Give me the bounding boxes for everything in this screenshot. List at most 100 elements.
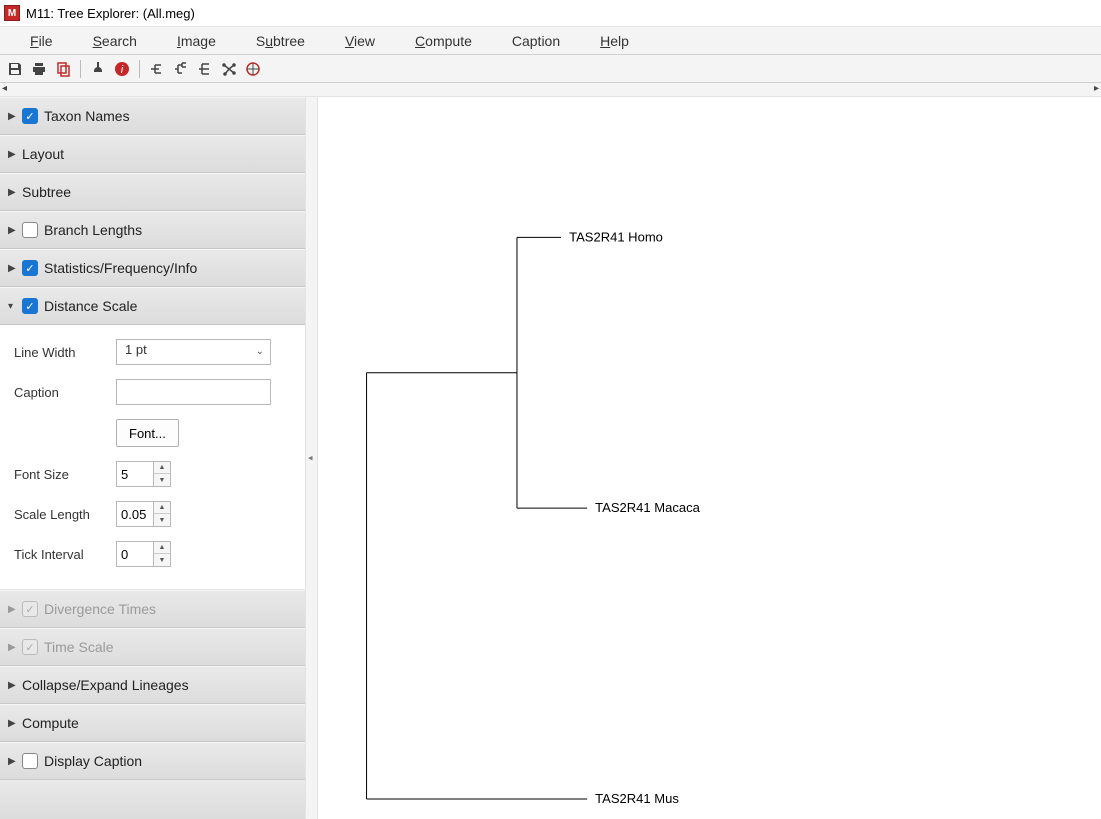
main-area: ▶ Taxon Names ▶ Layout ▶ Subtree ▶ Branc… [0, 97, 1101, 819]
panel-time-scale: ▶ Time Scale [0, 628, 305, 666]
panel-label: Taxon Names [44, 108, 130, 124]
spin-down-icon[interactable]: ▼ [154, 554, 170, 566]
panel-label: Statistics/Frequency/Info [44, 260, 197, 276]
horizontal-scroll-strip[interactable]: ◂ ▸ [0, 83, 1101, 97]
tree-style3-icon[interactable] [196, 60, 214, 78]
menu-subtree[interactable]: Subtree [236, 29, 325, 53]
tree-canvas[interactable]: TAS2R41 Homo TAS2R41 Macaca TAS2R41 Mus [318, 97, 1101, 819]
phylogenetic-tree: TAS2R41 Homo TAS2R41 Macaca TAS2R41 Mus [318, 97, 1101, 819]
spin-up-icon[interactable]: ▲ [154, 502, 170, 514]
panel-label: Compute [22, 715, 79, 731]
save-icon[interactable] [6, 60, 24, 78]
tree-circular-icon[interactable] [244, 60, 262, 78]
chevron-down-icon: ⌄ [256, 346, 264, 357]
scroll-left-arrow[interactable]: ◂ [2, 83, 7, 96]
sidebar-filler [0, 780, 305, 819]
menu-help[interactable]: Help [580, 29, 649, 53]
menu-compute[interactable]: Compute [395, 29, 492, 53]
font-size-label: Font Size [14, 467, 106, 482]
tree-radial-icon[interactable] [220, 60, 238, 78]
menu-file[interactable]: File [10, 29, 73, 53]
panel-label: Distance Scale [44, 298, 137, 314]
panel-label: Divergence Times [44, 601, 156, 617]
copy-icon[interactable] [54, 60, 72, 78]
menu-image[interactable]: Image [157, 29, 236, 53]
panel-layout[interactable]: ▶ Layout [0, 135, 305, 173]
taxon-names-checkbox[interactable] [22, 108, 38, 124]
distance-scale-body: Line Width 1 pt ⌄ Caption Font... Font S… [0, 325, 305, 590]
panel-divergence-times: ▶ Divergence Times [0, 590, 305, 628]
scale-length-spinner[interactable]: ▲▼ [116, 501, 171, 527]
window-title: M11: Tree Explorer: (All.meg) [26, 6, 195, 21]
menu-bar: File Search Image Subtree View Compute C… [0, 26, 1101, 55]
tick-interval-spinner[interactable]: ▲▼ [116, 541, 171, 567]
line-width-label: Line Width [14, 345, 106, 360]
panel-label: Layout [22, 146, 64, 162]
menu-search[interactable]: Search [73, 29, 157, 53]
taxon-label: TAS2R41 Macaca [595, 500, 700, 515]
spin-up-icon[interactable]: ▲ [154, 542, 170, 554]
font-size-input[interactable] [117, 462, 153, 486]
panel-compute[interactable]: ▶ Compute [0, 704, 305, 742]
line-width-value: 1 pt [125, 342, 147, 357]
panel-distance-scale[interactable]: ▾ Distance Scale [0, 287, 305, 325]
panel-label: Branch Lengths [44, 222, 142, 238]
app-icon: M [4, 5, 20, 21]
panel-label: Time Scale [44, 639, 114, 655]
line-width-select[interactable]: 1 pt ⌄ [116, 339, 271, 365]
expand-arrow-icon: ▶ [8, 604, 16, 615]
panel-subtree[interactable]: ▶ Subtree [0, 173, 305, 211]
expand-arrow-icon: ▶ [8, 187, 16, 198]
font-button[interactable]: Font... [116, 419, 179, 447]
expand-arrow-icon: ▶ [8, 718, 16, 729]
panel-display-caption[interactable]: ▶ Display Caption [0, 742, 305, 780]
expand-arrow-icon: ▶ [8, 111, 16, 122]
splitter-handle-icon: ◂ [308, 453, 313, 464]
distance-scale-checkbox[interactable] [22, 298, 38, 314]
info-icon[interactable]: i [113, 60, 131, 78]
tree-style1-icon[interactable] [148, 60, 166, 78]
scroll-right-arrow[interactable]: ▸ [1094, 83, 1099, 96]
spin-down-icon[interactable]: ▼ [154, 474, 170, 486]
menu-caption[interactable]: Caption [492, 29, 580, 53]
panel-collapse-expand[interactable]: ▶ Collapse/Expand Lineages [0, 666, 305, 704]
caption-input[interactable] [116, 379, 271, 405]
toolbar-separator [80, 60, 81, 78]
scale-length-label: Scale Length [14, 507, 106, 522]
collapse-arrow-icon: ▾ [8, 301, 16, 312]
splitter[interactable]: ◂ [306, 97, 318, 819]
stats-checkbox[interactable] [22, 260, 38, 276]
spin-down-icon[interactable]: ▼ [154, 514, 170, 526]
expand-arrow-icon: ▶ [8, 756, 16, 767]
menu-view[interactable]: View [325, 29, 395, 53]
tick-interval-label: Tick Interval [14, 547, 106, 562]
branch-lengths-checkbox[interactable] [22, 222, 38, 238]
spin-up-icon[interactable]: ▲ [154, 462, 170, 474]
panel-stats[interactable]: ▶ Statistics/Frequency/Info [0, 249, 305, 287]
panel-label: Subtree [22, 184, 71, 200]
panel-label: Display Caption [44, 753, 142, 769]
title-bar: M M11: Tree Explorer: (All.meg) [0, 0, 1101, 26]
divergence-times-checkbox [22, 601, 38, 617]
taxon-label: TAS2R41 Homo [569, 229, 663, 244]
display-caption-checkbox[interactable] [22, 753, 38, 769]
scale-length-input[interactable] [117, 502, 153, 526]
sidebar: ▶ Taxon Names ▶ Layout ▶ Subtree ▶ Branc… [0, 97, 306, 819]
time-scale-checkbox [22, 639, 38, 655]
toolbar: i [0, 55, 1101, 83]
tree-style2-icon[interactable] [172, 60, 190, 78]
tick-interval-input[interactable] [117, 542, 153, 566]
expand-arrow-icon: ▶ [8, 680, 16, 691]
expand-arrow-icon: ▶ [8, 642, 16, 653]
font-size-spinner[interactable]: ▲▼ [116, 461, 171, 487]
options-icon[interactable] [89, 60, 107, 78]
expand-arrow-icon: ▶ [8, 149, 16, 160]
expand-arrow-icon: ▶ [8, 263, 16, 274]
toolbar-separator [139, 60, 140, 78]
panel-label: Collapse/Expand Lineages [22, 677, 189, 693]
print-icon[interactable] [30, 60, 48, 78]
panel-taxon-names[interactable]: ▶ Taxon Names [0, 97, 305, 135]
panel-branch-lengths[interactable]: ▶ Branch Lengths [0, 211, 305, 249]
expand-arrow-icon: ▶ [8, 225, 16, 236]
taxon-label: TAS2R41 Mus [595, 791, 679, 806]
